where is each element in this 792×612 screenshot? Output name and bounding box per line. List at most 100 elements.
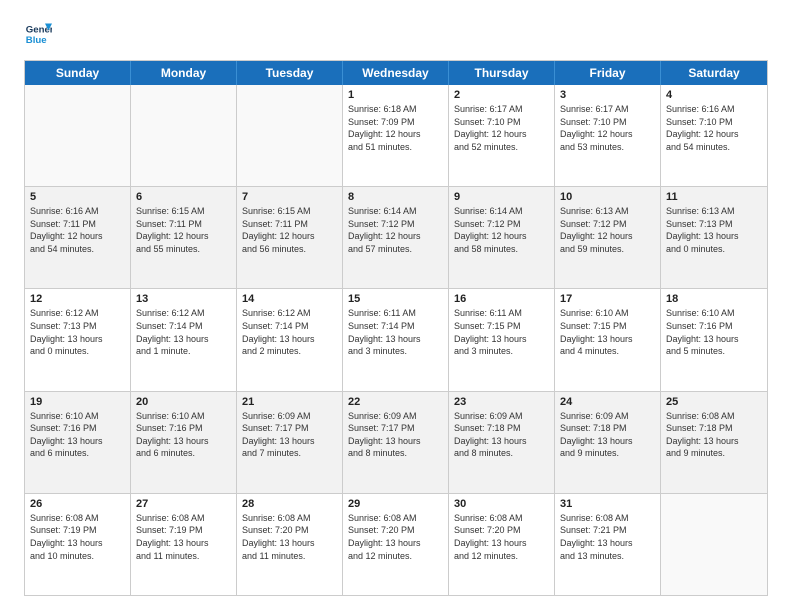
cell-info: Sunrise: 6:08 AM Sunset: 7:19 PM Dayligh… — [30, 512, 125, 562]
day-number: 17 — [560, 293, 655, 305]
cell-info: Sunrise: 6:10 AM Sunset: 7:15 PM Dayligh… — [560, 307, 655, 357]
cell-info: Sunrise: 6:16 AM Sunset: 7:11 PM Dayligh… — [30, 205, 125, 255]
cell-info: Sunrise: 6:12 AM Sunset: 7:14 PM Dayligh… — [136, 307, 231, 357]
day-number: 5 — [30, 191, 125, 203]
calendar-cell: 26 Sunrise: 6:08 AM Sunset: 7:19 PM Dayli… — [25, 494, 131, 595]
calendar-cell — [237, 85, 343, 186]
day-number: 29 — [348, 498, 443, 510]
calendar-cell — [661, 494, 767, 595]
cell-info: Sunrise: 6:10 AM Sunset: 7:16 PM Dayligh… — [136, 410, 231, 460]
calendar-cell: 10 Sunrise: 6:13 AM Sunset: 7:12 PM Dayli… — [555, 187, 661, 288]
calendar-cell: 17 Sunrise: 6:10 AM Sunset: 7:15 PM Dayli… — [555, 289, 661, 390]
calendar-cell: 31 Sunrise: 6:08 AM Sunset: 7:21 PM Dayli… — [555, 494, 661, 595]
cell-info: Sunrise: 6:16 AM Sunset: 7:10 PM Dayligh… — [666, 103, 762, 153]
cell-info: Sunrise: 6:12 AM Sunset: 7:14 PM Dayligh… — [242, 307, 337, 357]
day-number: 14 — [242, 293, 337, 305]
day-number: 2 — [454, 89, 549, 101]
calendar-cell: 16 Sunrise: 6:11 AM Sunset: 7:15 PM Dayli… — [449, 289, 555, 390]
cell-info: Sunrise: 6:10 AM Sunset: 7:16 PM Dayligh… — [666, 307, 762, 357]
day-number: 7 — [242, 191, 337, 203]
svg-text:Blue: Blue — [26, 35, 47, 46]
calendar-cell: 19Sunrise: 6:10 AM Sunset: 7:16 PM Dayli… — [25, 392, 131, 493]
cell-info: Sunrise: 6:08 AM Sunset: 7:21 PM Dayligh… — [560, 512, 655, 562]
calendar-cell — [131, 85, 237, 186]
calendar-cell: 29 Sunrise: 6:08 AM Sunset: 7:20 PM Dayli… — [343, 494, 449, 595]
cell-info: Sunrise: 6:10 AM Sunset: 7:16 PM Dayligh… — [30, 410, 125, 460]
day-number: 11 — [666, 191, 762, 203]
cell-info: Sunrise: 6:12 AM Sunset: 7:13 PM Dayligh… — [30, 307, 125, 357]
calendar-cell: 13Sunrise: 6:12 AM Sunset: 7:14 PM Dayli… — [131, 289, 237, 390]
weekday-header-sunday: Sunday — [25, 61, 131, 85]
cell-info: Sunrise: 6:08 AM Sunset: 7:18 PM Dayligh… — [666, 410, 762, 460]
calendar-cell: 30Sunrise: 6:08 AM Sunset: 7:20 PM Dayli… — [449, 494, 555, 595]
calendar-cell: 24Sunrise: 6:09 AM Sunset: 7:18 PM Dayli… — [555, 392, 661, 493]
calendar-cell: 27 Sunrise: 6:08 AM Sunset: 7:19 PM Dayli… — [131, 494, 237, 595]
calendar: SundayMondayTuesdayWednesdayThursdayFrid… — [24, 60, 768, 596]
day-number: 22 — [348, 396, 443, 408]
calendar-cell: 22 Sunrise: 6:09 AM Sunset: 7:17 PM Dayli… — [343, 392, 449, 493]
cell-info: Sunrise: 6:11 AM Sunset: 7:14 PM Dayligh… — [348, 307, 443, 357]
weekday-header-friday: Friday — [555, 61, 661, 85]
cell-info: Sunrise: 6:15 AM Sunset: 7:11 PM Dayligh… — [242, 205, 337, 255]
calendar-cell — [25, 85, 131, 186]
calendar-row: 26 Sunrise: 6:08 AM Sunset: 7:19 PM Dayli… — [25, 493, 767, 595]
day-number: 26 — [30, 498, 125, 510]
calendar-row: 12Sunrise: 6:12 AM Sunset: 7:13 PM Dayli… — [25, 288, 767, 390]
calendar-cell: 15 Sunrise: 6:11 AM Sunset: 7:14 PM Dayli… — [343, 289, 449, 390]
day-number: 30 — [454, 498, 549, 510]
cell-info: Sunrise: 6:17 AM Sunset: 7:10 PM Dayligh… — [454, 103, 549, 153]
weekday-header-thursday: Thursday — [449, 61, 555, 85]
cell-info: Sunrise: 6:14 AM Sunset: 7:12 PM Dayligh… — [454, 205, 549, 255]
cell-info: Sunrise: 6:09 AM Sunset: 7:18 PM Dayligh… — [454, 410, 549, 460]
day-number: 24 — [560, 396, 655, 408]
calendar-header: SundayMondayTuesdayWednesdayThursdayFrid… — [25, 61, 767, 85]
calendar-cell: 1 Sunrise: 6:18 AM Sunset: 7:09 PM Daylig… — [343, 85, 449, 186]
weekday-header-wednesday: Wednesday — [343, 61, 449, 85]
day-number: 16 — [454, 293, 549, 305]
calendar-cell: 20 Sunrise: 6:10 AM Sunset: 7:16 PM Dayli… — [131, 392, 237, 493]
cell-info: Sunrise: 6:09 AM Sunset: 7:17 PM Dayligh… — [348, 410, 443, 460]
day-number: 1 — [348, 89, 443, 101]
calendar-row: 1 Sunrise: 6:18 AM Sunset: 7:09 PM Daylig… — [25, 85, 767, 186]
cell-info: Sunrise: 6:14 AM Sunset: 7:12 PM Dayligh… — [348, 205, 443, 255]
calendar-body: 1 Sunrise: 6:18 AM Sunset: 7:09 PM Daylig… — [25, 85, 767, 595]
cell-info: Sunrise: 6:17 AM Sunset: 7:10 PM Dayligh… — [560, 103, 655, 153]
cell-info: Sunrise: 6:13 AM Sunset: 7:12 PM Dayligh… — [560, 205, 655, 255]
day-number: 10 — [560, 191, 655, 203]
day-number: 20 — [136, 396, 231, 408]
calendar-cell: 18 Sunrise: 6:10 AM Sunset: 7:16 PM Dayli… — [661, 289, 767, 390]
calendar-cell: 4 Sunrise: 6:16 AM Sunset: 7:10 PM Daylig… — [661, 85, 767, 186]
calendar-cell: 7 Sunrise: 6:15 AM Sunset: 7:11 PM Daylig… — [237, 187, 343, 288]
day-number: 18 — [666, 293, 762, 305]
calendar-cell: 12Sunrise: 6:12 AM Sunset: 7:13 PM Dayli… — [25, 289, 131, 390]
cell-info: Sunrise: 6:08 AM Sunset: 7:19 PM Dayligh… — [136, 512, 231, 562]
calendar-cell: 25Sunrise: 6:08 AM Sunset: 7:18 PM Dayli… — [661, 392, 767, 493]
calendar-cell: 8Sunrise: 6:14 AM Sunset: 7:12 PM Daylig… — [343, 187, 449, 288]
page: General Blue SundayMondayTuesdayWednesda… — [0, 0, 792, 612]
calendar-cell: 11Sunrise: 6:13 AM Sunset: 7:13 PM Dayli… — [661, 187, 767, 288]
day-number: 27 — [136, 498, 231, 510]
cell-info: Sunrise: 6:18 AM Sunset: 7:09 PM Dayligh… — [348, 103, 443, 153]
cell-info: Sunrise: 6:11 AM Sunset: 7:15 PM Dayligh… — [454, 307, 549, 357]
cell-info: Sunrise: 6:09 AM Sunset: 7:17 PM Dayligh… — [242, 410, 337, 460]
cell-info: Sunrise: 6:15 AM Sunset: 7:11 PM Dayligh… — [136, 205, 231, 255]
day-number: 6 — [136, 191, 231, 203]
calendar-cell: 6 Sunrise: 6:15 AM Sunset: 7:11 PM Daylig… — [131, 187, 237, 288]
day-number: 31 — [560, 498, 655, 510]
day-number: 3 — [560, 89, 655, 101]
weekday-header-tuesday: Tuesday — [237, 61, 343, 85]
calendar-cell: 5 Sunrise: 6:16 AM Sunset: 7:11 PM Daylig… — [25, 187, 131, 288]
calendar-row: 19Sunrise: 6:10 AM Sunset: 7:16 PM Dayli… — [25, 391, 767, 493]
calendar-cell: 3 Sunrise: 6:17 AM Sunset: 7:10 PM Daylig… — [555, 85, 661, 186]
logo: General Blue — [24, 20, 56, 48]
calendar-cell: 21 Sunrise: 6:09 AM Sunset: 7:17 PM Dayli… — [237, 392, 343, 493]
day-number: 21 — [242, 396, 337, 408]
cell-info: Sunrise: 6:08 AM Sunset: 7:20 PM Dayligh… — [348, 512, 443, 562]
day-number: 15 — [348, 293, 443, 305]
calendar-row: 5 Sunrise: 6:16 AM Sunset: 7:11 PM Daylig… — [25, 186, 767, 288]
header: General Blue — [24, 20, 768, 48]
day-number: 4 — [666, 89, 762, 101]
calendar-cell: 28Sunrise: 6:08 AM Sunset: 7:20 PM Dayli… — [237, 494, 343, 595]
calendar-cell: 9Sunrise: 6:14 AM Sunset: 7:12 PM Daylig… — [449, 187, 555, 288]
logo-icon: General Blue — [24, 20, 52, 48]
